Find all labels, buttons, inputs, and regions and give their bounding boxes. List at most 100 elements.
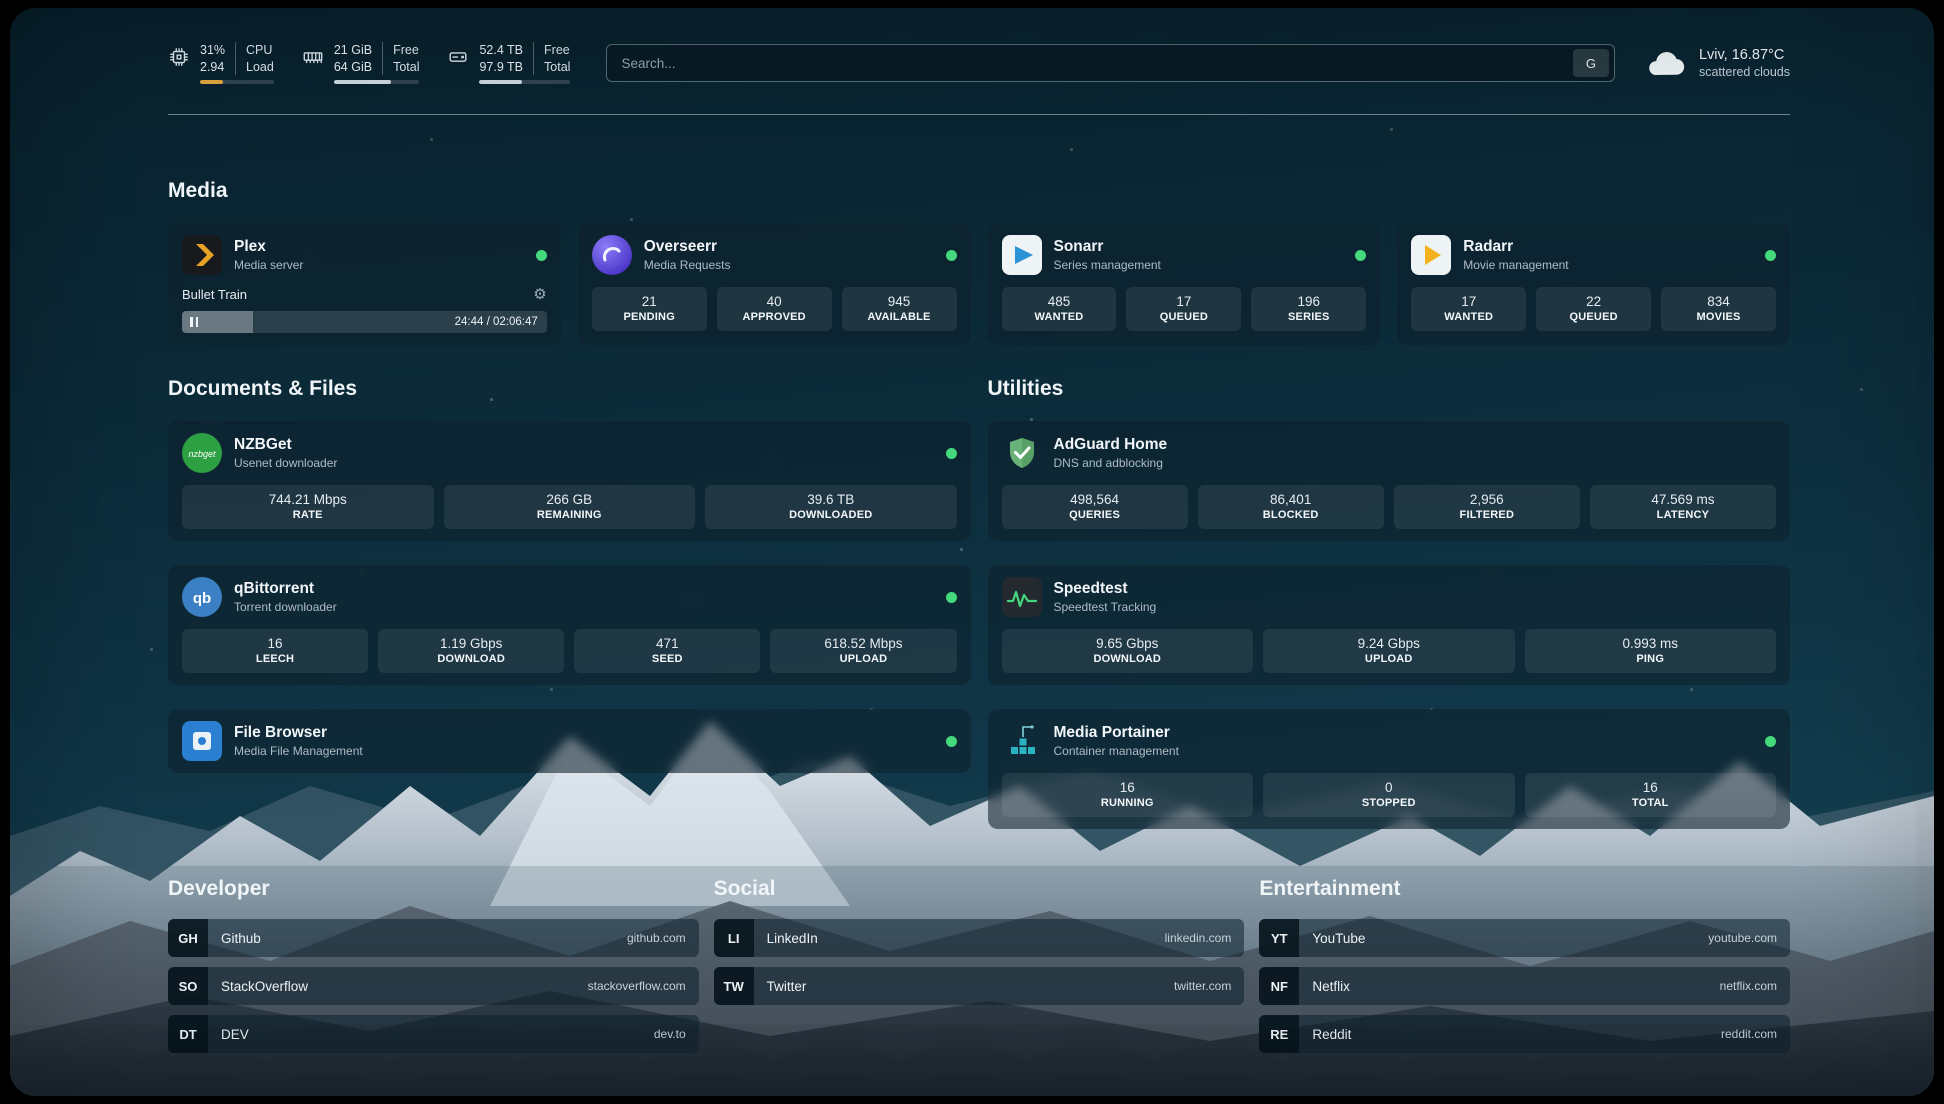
- app-card-overseerr[interactable]: Overseerr Media Requests 21PENDING 40APP…: [578, 223, 971, 345]
- cpu-metric: 31% 2.94 CPU Load: [168, 42, 274, 85]
- cpu-load-value: 2.94: [200, 59, 225, 76]
- stat-blocked: 86,401BLOCKED: [1198, 485, 1384, 529]
- bookmark-dev[interactable]: DT DEV dev.to: [168, 1015, 699, 1053]
- app-name: File Browser: [234, 724, 363, 742]
- bookmark-reddit[interactable]: RE Reddit reddit.com: [1259, 1015, 1790, 1053]
- cloud-icon: [1645, 46, 1687, 80]
- system-metrics: 31% 2.94 CPU Load: [168, 42, 570, 85]
- app-card-nzbget[interactable]: nzbget NZBGet Usenet downloader 744.21 M…: [168, 421, 971, 541]
- bookmark-stackoverflow[interactable]: SO StackOverflow stackoverflow.com: [168, 967, 699, 1005]
- app-card-sonarr[interactable]: Sonarr Series management 485WANTED 17QUE…: [988, 223, 1381, 345]
- gear-icon[interactable]: ⚙: [533, 285, 546, 303]
- stat-filtered: 2,956FILTERED: [1394, 485, 1580, 529]
- playback-progress-bar[interactable]: 24:44 / 02:06:47: [182, 311, 547, 333]
- app-desc: Usenet downloader: [234, 456, 337, 470]
- memory-labels: Free Total: [382, 42, 419, 76]
- section-title-media: Media: [168, 179, 1790, 203]
- stat-pending: 21PENDING: [592, 287, 707, 331]
- playback-time: 24:44 / 02:06:47: [455, 316, 538, 328]
- app-name: Radarr: [1463, 238, 1568, 256]
- bookmark-youtube[interactable]: YT YouTube youtube.com: [1259, 919, 1790, 957]
- utilities-column: Utilities: [988, 377, 1791, 829]
- stat-download: 9.65 GbpsDOWNLOAD: [1002, 629, 1254, 673]
- stat-leech: 16LEECH: [182, 629, 368, 673]
- now-playing-title: Bullet Train: [182, 287, 247, 302]
- cpu-values: 31% 2.94: [200, 42, 225, 76]
- cpu-labels: CPU Load: [235, 42, 274, 76]
- app-desc: Container management: [1054, 744, 1179, 758]
- app-card-filebrowser[interactable]: File Browser Media File Management: [168, 709, 971, 773]
- app-desc: Torrent downloader: [234, 600, 337, 614]
- app-name: qBittorrent: [234, 580, 337, 598]
- topbar-divider: [168, 114, 1790, 115]
- stat-wanted: 485WANTED: [1002, 287, 1117, 331]
- status-dot: [536, 250, 547, 261]
- app-card-radarr[interactable]: Radarr Movie management 17WANTED 22QUEUE…: [1397, 223, 1790, 345]
- app-card-qbittorrent[interactable]: qb qBittorrent Torrent downloader 16LEEC…: [168, 565, 971, 685]
- bookmark-group-developer: Developer GH Github github.com SO StackO…: [168, 877, 699, 1053]
- memory-usage-bar: [334, 80, 420, 84]
- app-desc: Series management: [1054, 258, 1161, 272]
- stat-approved: 40APPROVED: [717, 287, 832, 331]
- stat-rate: 744.21 MbpsRATE: [182, 485, 434, 529]
- app-card-adguard[interactable]: AdGuard Home DNS and adblocking 498,564Q…: [988, 421, 1791, 541]
- stat-remaining: 266 GBREMAINING: [444, 485, 696, 529]
- bookmark-netflix[interactable]: NF Netflix netflix.com: [1259, 967, 1790, 1005]
- section-title-entertainment: Entertainment: [1259, 877, 1790, 901]
- disk-labels: Free Total: [533, 42, 570, 76]
- stat-seed: 471SEED: [574, 629, 760, 673]
- stat-ping: 0.993 msPING: [1525, 629, 1777, 673]
- stat-download: 1.19 GbpsDOWNLOAD: [378, 629, 564, 673]
- search-input[interactable]: [621, 56, 1573, 71]
- app-desc: Media File Management: [234, 744, 363, 758]
- svg-text:nzbget: nzbget: [188, 449, 216, 459]
- portainer-icon: [1002, 721, 1042, 761]
- twitter-icon: TW: [714, 967, 754, 1005]
- pause-icon[interactable]: [190, 317, 198, 327]
- stat-queries: 498,564QUERIES: [1002, 485, 1188, 529]
- stat-queued: 17QUEUED: [1126, 287, 1241, 331]
- stat-upload: 618.52 MbpsUPLOAD: [770, 629, 956, 673]
- app-card-portainer[interactable]: Media Portainer Container management 16R…: [988, 709, 1791, 829]
- bookmark-linkedin[interactable]: LI LinkedIn linkedin.com: [714, 919, 1245, 957]
- bookmark-github[interactable]: GH Github github.com: [168, 919, 699, 957]
- stat-running: 16RUNNING: [1002, 773, 1254, 817]
- app-name: AdGuard Home: [1054, 436, 1168, 454]
- search-bar: G: [606, 44, 1615, 82]
- stat-series: 196SERIES: [1251, 287, 1366, 331]
- section-title-developer: Developer: [168, 877, 699, 901]
- svg-text:qb: qb: [193, 590, 211, 607]
- disk-free: 52.4 TB: [479, 42, 523, 59]
- bookmark-twitter[interactable]: TW Twitter twitter.com: [714, 967, 1245, 1005]
- app-card-speedtest[interactable]: Speedtest Speedtest Tracking 9.65 GbpsDO…: [988, 565, 1791, 685]
- memory-icon: [302, 46, 324, 68]
- app-name: Plex: [234, 238, 303, 256]
- app-name: Overseerr: [644, 238, 731, 256]
- overseerr-icon: [592, 235, 632, 275]
- section-title-social: Social: [714, 877, 1245, 901]
- status-dot: [946, 736, 957, 747]
- disk-values: 52.4 TB 97.9 TB: [479, 42, 523, 76]
- media-grid: Plex Media server Bullet Train ⚙ 24:44 /…: [168, 223, 1790, 345]
- memory-total: 64 GiB: [334, 59, 372, 76]
- bookmark-group-social: Social LI LinkedIn linkedin.com TW Twitt…: [714, 877, 1245, 1053]
- app-name: Media Portainer: [1054, 724, 1179, 742]
- disk-usage-bar: [479, 80, 570, 84]
- plex-icon: [182, 235, 222, 275]
- disk-metric: 52.4 TB 97.9 TB Free Total: [447, 42, 570, 85]
- weather-widget: Lviv, 16.87°C scattered clouds: [1645, 46, 1790, 80]
- weather-condition: scattered clouds: [1699, 65, 1790, 79]
- stat-queued: 22QUEUED: [1536, 287, 1651, 331]
- app-card-plex[interactable]: Plex Media server Bullet Train ⚙ 24:44 /…: [168, 223, 561, 345]
- qbittorrent-icon: qb: [182, 577, 222, 617]
- stat-total: 16TOTAL: [1525, 773, 1777, 817]
- speedtest-icon: [1002, 577, 1042, 617]
- cpu-percent: 31%: [200, 42, 225, 59]
- reddit-icon: RE: [1259, 1015, 1299, 1053]
- stat-movies: 834MOVIES: [1661, 287, 1776, 331]
- stackoverflow-icon: SO: [168, 967, 208, 1005]
- app-name: Speedtest: [1054, 580, 1157, 598]
- status-dot: [946, 592, 957, 603]
- search-engine-button[interactable]: G: [1573, 49, 1609, 77]
- bookmark-group-entertainment: Entertainment YT YouTube youtube.com NF …: [1259, 877, 1790, 1053]
